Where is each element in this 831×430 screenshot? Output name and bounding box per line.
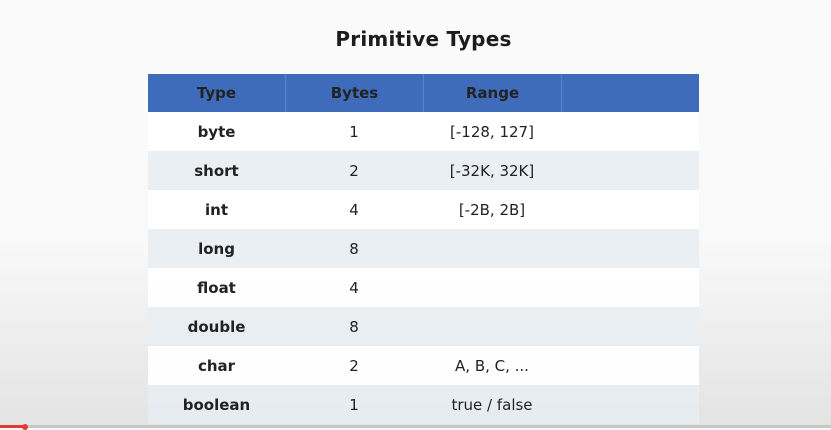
table-row: boolean 1 true / false (148, 385, 699, 424)
type-cell: short (194, 161, 239, 180)
range-cell (423, 229, 561, 268)
type-cell: double (187, 317, 246, 336)
header-range: Range (423, 74, 561, 112)
range-cell: [-32K, 32K] (449, 161, 535, 180)
bytes-cell: 8 (349, 317, 359, 336)
bytes-cell: 8 (349, 239, 359, 258)
header-type: Type (196, 84, 237, 102)
header-bytes: Bytes (285, 74, 423, 112)
range-cell: [-128, 127] (450, 122, 534, 141)
primitive-types-table: Type Bytes Range byte 1 [-128, 127] short 2 [… (148, 74, 699, 424)
extra-cell (561, 112, 699, 151)
table-row: float 4 (148, 268, 699, 307)
range-cell (423, 307, 561, 346)
extra-cell (561, 268, 699, 307)
extra-cell (561, 151, 699, 190)
type-cell: byte (197, 122, 236, 141)
bytes-cell: 1 (349, 395, 359, 414)
type-cell: char (197, 356, 236, 375)
header-empty (561, 74, 699, 112)
range-cell: [-2B, 2B] (458, 200, 526, 219)
page-title: Primitive Types (335, 27, 512, 51)
bytes-cell: 2 (349, 161, 359, 180)
bytes-cell: 2 (349, 356, 359, 375)
type-cell: boolean (182, 395, 251, 414)
extra-cell (561, 385, 699, 424)
extra-cell (561, 190, 699, 229)
bytes-cell: 4 (349, 200, 359, 219)
range-cell: A, B, C, ... (455, 356, 529, 375)
extra-cell (561, 307, 699, 346)
table-row: int 4 [-2B, 2B] (148, 190, 699, 229)
bytes-cell: 1 (349, 122, 359, 141)
video-progress-handle[interactable] (22, 424, 28, 430)
table-header-row: Type Bytes Range (148, 74, 699, 112)
bytes-cell: 4 (349, 278, 359, 297)
type-cell: int (205, 200, 228, 219)
table-row: double 8 (148, 307, 699, 346)
table-row: char 2 A, B, C, ... (148, 346, 699, 385)
range-cell: true / false (451, 395, 533, 414)
table-row: long 8 (148, 229, 699, 268)
type-cell: float (197, 278, 236, 297)
table-row: short 2 [-32K, 32K] (148, 151, 699, 190)
extra-cell (561, 346, 699, 385)
table-row: byte 1 [-128, 127] (148, 112, 699, 151)
range-cell (423, 268, 561, 307)
extra-cell (561, 229, 699, 268)
type-cell: long (198, 239, 235, 258)
